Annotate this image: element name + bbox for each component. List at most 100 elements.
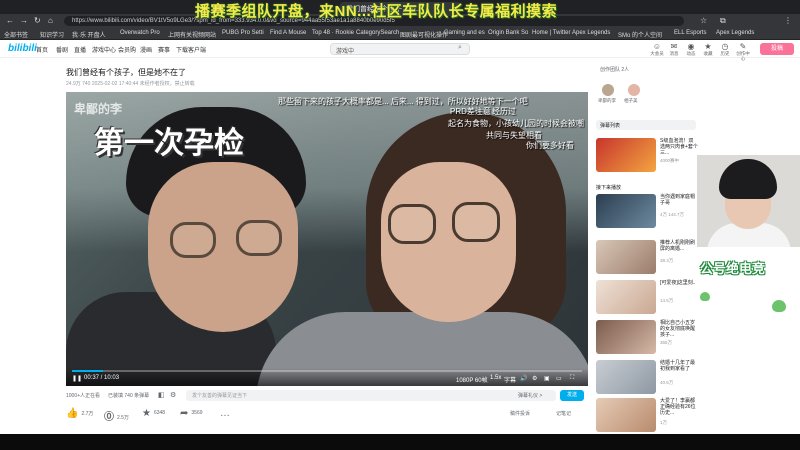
video-title: 我们曾经有个孩子，但是她不在了: [66, 68, 186, 77]
recommend-title[interactable]: 推荐人机刚刚刷屏的离婚...: [660, 240, 698, 252]
back-icon[interactable]: ←: [6, 17, 14, 25]
menu-icon[interactable]: ⋮: [784, 17, 792, 25]
bookmark-item[interactable]: CategorySearch: [356, 30, 399, 36]
browser-tab[interactable]: [116, 2, 166, 14]
avatar[interactable]: [628, 84, 640, 96]
browser-tab[interactable]: [4, 2, 54, 14]
share-button[interactable]: ➦ 3569: [180, 408, 203, 419]
site-header: bilibili 首页 番剧 直播 游戏中心 会员购 漫画 赛事 下载客户端 游…: [0, 40, 800, 61]
complaint-link[interactable]: 稿件投诉: [510, 410, 530, 417]
favorite-button[interactable]: ★ 6348: [142, 408, 165, 419]
quality-selector[interactable]: 1080P 60帧: [456, 375, 488, 384]
recommend-meta: 4万 144.7万: [660, 212, 685, 217]
nav-link[interactable]: 会员购: [118, 45, 136, 54]
video-thumbnail[interactable]: [596, 398, 656, 432]
recommend-meta: 40.5万: [660, 380, 674, 385]
bookmark-item[interactable]: PUBG Pro Setti: [222, 30, 264, 36]
bookmark-item[interactable]: Find A Mouse: [270, 30, 306, 36]
nav-link[interactable]: 首页: [36, 45, 48, 54]
bookmark-item[interactable]: 图剧最可视化操作: [400, 30, 448, 39]
bookmark-item[interactable]: 知识学习: [40, 30, 64, 39]
video-thumbnail[interactable]: [596, 320, 656, 354]
streamer-webcam: [697, 155, 800, 247]
bookmark-item[interactable]: Apex Legends: [716, 30, 754, 36]
glasses-right: [452, 202, 500, 242]
video-thumbnail[interactable]: [596, 360, 656, 394]
bookmark-item[interactable]: Apex Legends: [572, 30, 610, 36]
history-icon[interactable]: ◷ 历史: [718, 42, 732, 56]
like-button[interactable]: 👍 2.7万: [66, 408, 93, 419]
pause-icon[interactable]: ❚❚: [72, 375, 82, 382]
stream-overlay-banner: 播赛季组队开盘，来NN...社区车队队长专属福利摸索: [195, 3, 558, 20]
nav-link[interactable]: 游戏中心: [92, 45, 116, 54]
bookmark-item[interactable]: 上网有关视频网站: [168, 30, 216, 39]
home-icon[interactable]: ⌂: [48, 17, 53, 25]
nav-link[interactable]: 下载客户端: [176, 45, 206, 54]
forward-icon[interactable]: →: [20, 17, 28, 25]
thumb-up-icon: 👍: [66, 408, 79, 419]
danmaku-input[interactable]: 发个友善的弹幕见证当下: [186, 390, 556, 401]
favorites-icon[interactable]: ★ 收藏: [701, 42, 715, 56]
bookmark-item[interactable]: Overwatch Pro: [120, 30, 160, 36]
bookmark-item[interactable]: 全部书签: [4, 30, 28, 39]
nav-link[interactable]: 漫画: [140, 45, 152, 54]
recommend-title[interactable]: 大爱了！李赢都正确经验有26位历史...: [660, 398, 698, 416]
reload-icon[interactable]: ↻: [34, 17, 41, 25]
volume-icon[interactable]: 🔊: [520, 375, 527, 382]
creator-name[interactable]: 卑鄙的李: [598, 98, 616, 104]
bookmark-item[interactable]: Top 48 · Rookie: [312, 30, 354, 36]
video-action-row: 👍 2.7万 ⓪ 2.5万 ★ 6348 ➦ 3569 … 稿件投诉 记笔记: [66, 408, 588, 423]
danmaku-etiquette-link[interactable]: 弹幕礼仪 >: [518, 392, 542, 399]
settings-icon[interactable]: ⚙: [532, 375, 537, 382]
nav-link[interactable]: 直播: [74, 45, 86, 54]
recommend-meta: 4000赛中: [660, 158, 680, 163]
nav-link[interactable]: 番剧: [56, 45, 68, 54]
bookmark-item[interactable]: ELL Esports: [674, 30, 706, 36]
browser-tab[interactable]: [60, 2, 110, 14]
recommend-title[interactable]: S级血泡流！双选两只肉食+套个三...: [660, 138, 698, 156]
more-button[interactable]: …: [220, 408, 230, 419]
bookmark-item[interactable]: Origin Bank So: [488, 30, 528, 36]
bookmark-item[interactable]: 我·乐 开盘人: [72, 30, 106, 39]
recommend-title[interactable]: 结婚十几年了最初我到家看了: [660, 360, 698, 372]
coin-button[interactable]: ⓪ 2.5万: [104, 408, 129, 423]
widescreen-icon[interactable]: ▭: [556, 375, 562, 382]
bookmark-item[interactable]: Gaming and es: [444, 30, 485, 36]
pip-icon[interactable]: ▣: [544, 375, 550, 382]
message-icon[interactable]: ✉ 消息: [667, 42, 681, 56]
screen: 我们曾经有个孩子，但... 播赛季组队开盘，来NN...社区车队队长专属福利摸索…: [0, 0, 800, 450]
bilibili-logo[interactable]: bilibili: [8, 43, 37, 54]
subtitle-button[interactable]: 字幕: [504, 375, 516, 384]
video-thumbnail[interactable]: [596, 138, 656, 172]
bookmark-item[interactable]: Home | Twitter: [532, 30, 570, 36]
danmaku-settings-icon[interactable]: ⚙: [170, 391, 176, 399]
upload-button[interactable]: 投稿: [760, 43, 794, 55]
recommend-title[interactable]: 当你遇到家庭帽子哥: [660, 194, 698, 206]
avatar[interactable]: [602, 84, 614, 96]
creator-name[interactable]: 相子美: [624, 98, 638, 104]
search-icon[interactable]: ⌕: [458, 44, 462, 52]
nav-link[interactable]: 赛事: [158, 45, 170, 54]
progress-bar[interactable]: [72, 370, 582, 372]
extensions-icon[interactable]: ⧉: [720, 17, 726, 25]
notes-button[interactable]: 记笔记: [556, 410, 571, 417]
danmaku-toggle-icon[interactable]: ◧: [158, 391, 165, 399]
recommend-title[interactable]: 相比自己小五岁的女友彻底唤醒孩子...: [660, 320, 698, 338]
video-thumbnail[interactable]: [596, 280, 656, 314]
fullscreen-icon[interactable]: ⛶: [570, 375, 574, 382]
recommend-meta: 38.3万: [660, 258, 674, 263]
video-player[interactable]: 卑鄙的李 第一次孕检 那些留下来的孩子大概率都是... 后来... 得到过，所以…: [66, 92, 588, 386]
send-danmaku-button[interactable]: 发送: [560, 390, 584, 401]
search-input[interactable]: 游戏中: [330, 43, 470, 55]
creator-icon[interactable]: ✎ 创作中心: [736, 42, 750, 61]
recommend-title[interactable]: [可爱夜]这里刻..: [660, 280, 698, 286]
video-thumbnail[interactable]: [596, 240, 656, 274]
video-thumbnail[interactable]: [596, 194, 656, 228]
dynamic-icon[interactable]: ◉ 动态: [684, 42, 698, 56]
bookmark-item[interactable]: SMo 的个人空间: [618, 30, 662, 39]
danmaku-list-toggle[interactable]: 弹幕列表: [596, 120, 696, 130]
speed-selector[interactable]: 1.5x: [490, 375, 501, 381]
frog-emote-icon: [700, 292, 710, 301]
star-icon[interactable]: ☆: [700, 17, 707, 25]
vip-icon[interactable]: ☺ 大会员: [650, 42, 664, 56]
